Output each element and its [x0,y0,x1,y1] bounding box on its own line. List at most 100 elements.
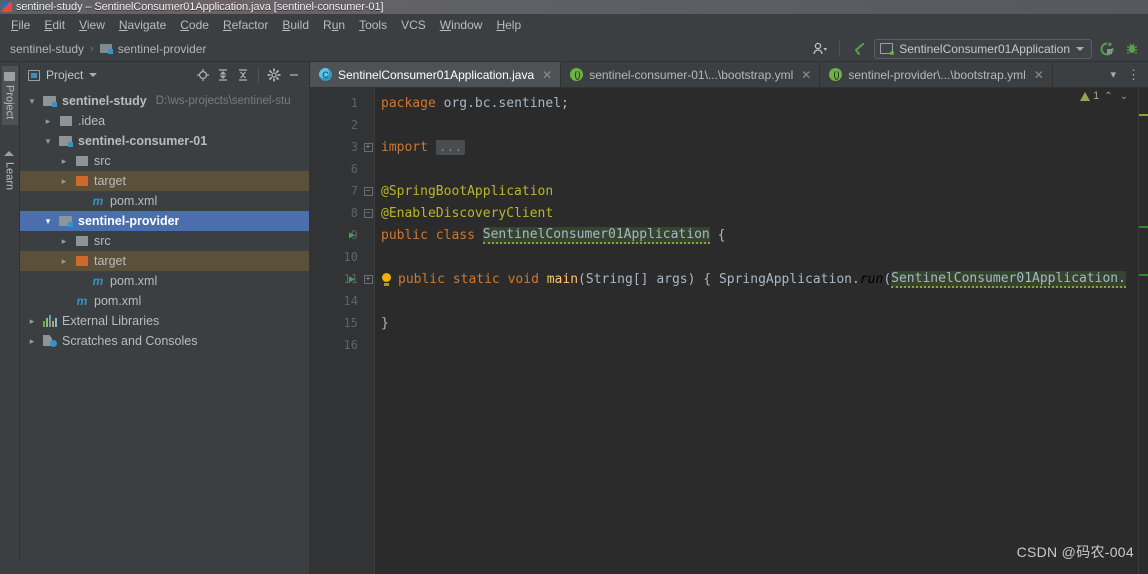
gutter-line[interactable]: 8 [310,202,362,224]
gutter-line[interactable]: 6 [310,158,362,180]
close-icon[interactable]: ✕ [1034,68,1044,82]
code-line[interactable]: @SpringBootApplication [375,180,1138,202]
code-line[interactable] [375,114,1138,136]
run-gutter-icon[interactable]: ▶ [346,230,358,241]
code-line[interactable]: public class SentinelConsumer01Applicati… [375,224,1138,246]
close-icon[interactable]: ✕ [542,68,552,82]
back-button[interactable] [849,39,869,59]
intention-bulb-icon[interactable] [381,272,393,286]
expand-arrow-icon[interactable]: ▸ [58,176,70,187]
tree-node[interactable]: ▸ Scratches and Consoles [20,331,309,351]
fold-collapse-icon[interactable]: − [363,186,373,196]
code-line[interactable] [375,158,1138,180]
breadcrumb-current-module[interactable]: sentinel-provider [99,42,206,56]
code-line[interactable]: @EnableDiscoveryClient [375,202,1138,224]
menu-vcs[interactable]: VCS [394,16,433,34]
user-profile-button[interactable] [810,39,830,59]
expand-arrow-icon[interactable]: ▾ [26,96,38,107]
gutter-line[interactable]: 3 [310,136,362,158]
gutter-line[interactable]: 10 [310,246,362,268]
tab-sentinelconsumer01application-java[interactable]: SentinelConsumer01Application.java ✕ [310,62,562,87]
spring-icon [829,68,843,81]
menu-refactor[interactable]: Refactor [216,16,275,34]
code-line[interactable] [375,290,1138,312]
expand-all-button[interactable] [214,66,232,84]
editor-options-button[interactable]: ⋮ [1123,68,1144,81]
sidebar-item-learn[interactable]: Learn [2,143,18,196]
warning-marker[interactable] [1139,114,1148,116]
expand-arrow-icon[interactable]: ▸ [58,236,70,247]
code-line[interactable] [375,334,1138,356]
menu-build[interactable]: Build [275,16,316,34]
tree-node[interactable]: ▸ .idea [20,111,309,131]
code-editor[interactable]: 1 2 3 6 7 8 9 ▶ 10 11 ▶ 14 15 16 + − − + package org.bc.… [310,88,1148,574]
fold-expand-icon[interactable]: + [363,142,373,152]
code-line[interactable]: package org.bc.sentinel; [375,92,1138,114]
tree-node[interactable]: ▾ sentinel-provider [20,211,309,231]
menu-file[interactable]: File [4,16,37,34]
previous-problem-button[interactable]: ⌃ [1102,91,1114,102]
scrollbar-marker-bar[interactable] [1138,88,1148,574]
gutter-line[interactable]: 11 ▶ [310,268,362,290]
sidebar-item-project[interactable]: Project [1,66,18,126]
expand-arrow-icon[interactable]: ▸ [58,156,70,167]
tree-node[interactable]: ▸ src [20,231,309,251]
tree-node[interactable]: ▾ sentinel-study D:\ws-projects\sentinel-s… [20,91,309,111]
gutter-line[interactable]: 16 [310,334,362,356]
menu-edit[interactable]: Edit [37,16,72,34]
tree-node[interactable]: ▸ src [20,151,309,171]
expand-arrow-icon[interactable]: ▸ [58,256,70,267]
expand-arrow-icon[interactable]: ▸ [26,316,38,327]
menu-run[interactable]: Run [316,16,352,34]
tab-provider-bootstrap-yml[interactable]: sentinel-provider\...\bootstrap.yml ✕ [820,62,1053,87]
collapse-all-button[interactable] [234,66,252,84]
expand-arrow-icon[interactable]: ▾ [42,216,54,227]
code-text[interactable]: package org.bc.sentinel; import ... @Sprin… [374,88,1138,574]
code-folding-gutter[interactable]: + − − + [362,88,374,574]
menu-help[interactable]: Help [489,16,528,34]
fold-expand-icon[interactable]: + [363,274,373,284]
gutter-line[interactable]: 2 [310,114,362,136]
gutter-line[interactable]: 14 [310,290,362,312]
menu-code[interactable]: Code [173,16,216,34]
code-line[interactable]: } [375,312,1138,334]
tree-node[interactable]: m pom.xml [20,291,309,311]
run-button[interactable] [1097,39,1117,59]
inspection-widget[interactable]: 1 ⌃ ⌄ [1080,90,1130,102]
tree-node[interactable]: ▸ External Libraries [20,311,309,331]
gutter-line[interactable]: 9 ▶ [310,224,362,246]
debug-button[interactable] [1122,39,1142,59]
menu-view[interactable]: View [72,16,112,34]
tab-overflow-button[interactable]: ▾ [1105,68,1121,81]
expand-arrow-icon[interactable]: ▸ [26,336,38,347]
menu-window[interactable]: Window [433,16,490,34]
close-icon[interactable]: ✕ [801,68,811,82]
menu-tools[interactable]: Tools [352,16,394,34]
tree-node[interactable]: ▸ target [20,251,309,271]
code-line[interactable] [375,246,1138,268]
hide-panel-button[interactable] [285,66,303,84]
tree-node[interactable]: ▾ sentinel-consumer-01 [20,131,309,151]
expand-arrow-icon[interactable]: ▾ [42,136,54,147]
tree-node[interactable]: m pom.xml [20,271,309,291]
code-line[interactable]: import ... [375,136,1138,158]
run-configuration-selector[interactable]: SentinelConsumer01Application [874,38,1092,59]
menu-navigate[interactable]: Navigate [112,16,173,34]
next-problem-button[interactable]: ⌄ [1118,91,1130,102]
locate-button[interactable] [194,66,212,84]
project-panel-title-group[interactable]: Project [28,68,98,82]
gutter-line[interactable]: 7 [310,180,362,202]
settings-button[interactable] [265,66,283,84]
run-gutter-icon[interactable]: ▶ [346,274,358,285]
gutter-line[interactable]: 15 [310,312,362,334]
breadcrumb-root[interactable]: sentinel-study [10,42,84,56]
tree-node[interactable]: ▸ target [20,171,309,191]
project-tree[interactable]: ▾ sentinel-study D:\ws-projects\sentinel-s… [20,88,309,574]
line-number-gutter[interactable]: 1 2 3 6 7 8 9 ▶ 10 11 ▶ 14 15 16 [310,88,362,574]
gutter-line[interactable]: 1 [310,92,362,114]
code-line[interactable]: public static void main (String[] args) {… [375,268,1138,290]
tree-node[interactable]: m pom.xml [20,191,309,211]
expand-arrow-icon[interactable]: ▸ [42,116,54,127]
tab-consumer-bootstrap-yml[interactable]: sentinel-consumer-01\...\bootstrap.yml ✕ [561,62,821,87]
fold-collapse-icon[interactable]: − [363,208,373,218]
